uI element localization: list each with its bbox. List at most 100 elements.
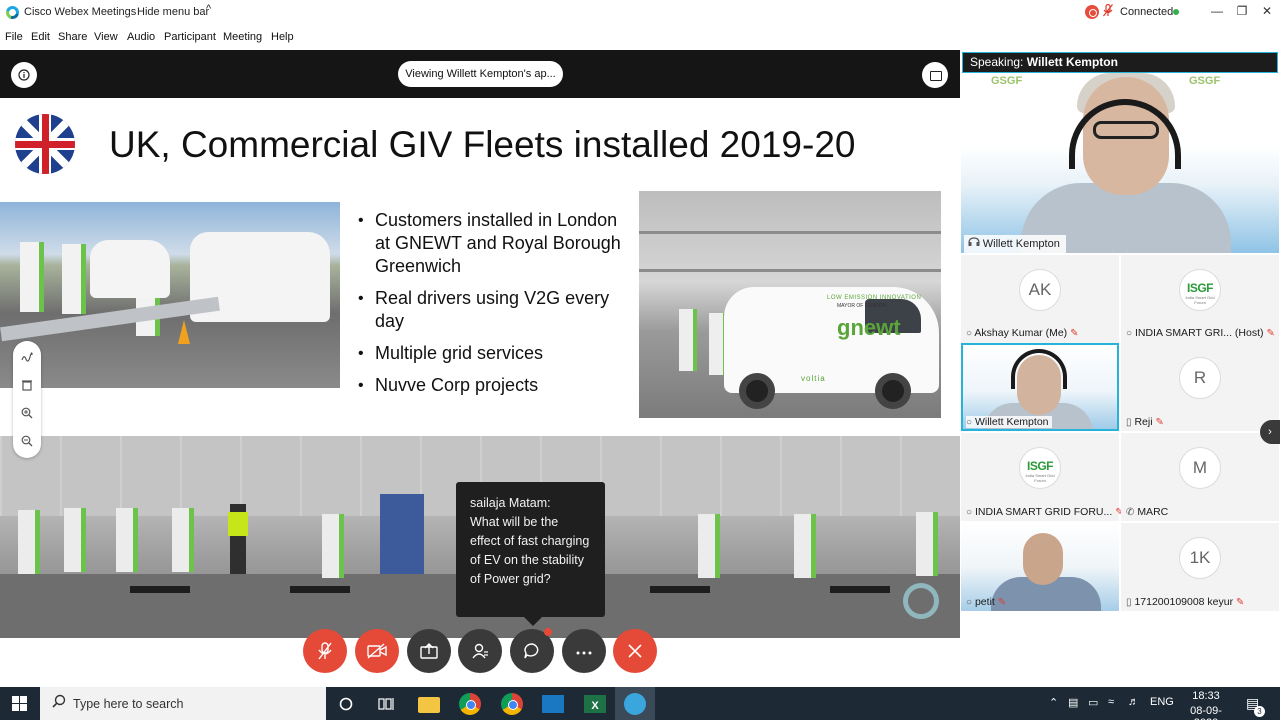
layout-toggle-button[interactable] <box>922 62 948 88</box>
task-view-icon[interactable] <box>375 693 397 715</box>
file-explorer-icon[interactable] <box>418 697 440 713</box>
conference-logo: GSGF <box>1189 75 1221 87</box>
chat-message: What will be the effect of fast charging… <box>470 515 590 586</box>
search-placeholder: Type here to search <box>73 697 184 711</box>
hide-menu-bar-button[interactable]: Hide menu bar <box>137 6 209 18</box>
photo-ev-vans-charging <box>0 202 340 388</box>
chevron-right-icon[interactable]: › <box>1260 420 1280 444</box>
connection-status-dot <box>1173 9 1179 15</box>
webex-logo-icon <box>6 6 19 19</box>
meet-now-icon[interactable]: ▤ <box>1068 696 1078 709</box>
clock-time[interactable]: 18:33 <box>1180 690 1232 702</box>
clock-date[interactable]: 08-09-2020 <box>1180 705 1232 720</box>
battery-icon[interactable]: ▭ <box>1088 696 1098 709</box>
mic-muted-icon: ✎ <box>1266 328 1275 339</box>
chrome-icon[interactable] <box>459 693 481 715</box>
avatar: M <box>1179 447 1221 489</box>
menu-edit[interactable]: Edit <box>31 31 50 43</box>
isgf-logo: ISGF India Smart Grid Forum <box>1019 447 1061 489</box>
chat-icon <box>524 643 539 659</box>
speaking-name: Willett Kempton <box>1026 55 1118 69</box>
close-window-button[interactable]: ✕ <box>1257 4 1277 22</box>
share-button[interactable] <box>407 629 451 673</box>
speaker-video-label: Willett Kempton <box>964 235 1066 253</box>
uk-flag-icon <box>15 114 75 174</box>
participant-name: ○ INDIA SMART GRI... (Host) ✎ <box>1126 327 1275 339</box>
isgf-logo: ISGF India Smart Grid Forum <box>1179 269 1221 311</box>
leave-meeting-button[interactable] <box>613 629 657 673</box>
phone-icon: ▯ <box>1126 597 1132 608</box>
menu-view[interactable]: View <box>94 31 118 43</box>
zoom-out-icon[interactable] <box>13 427 41 455</box>
slide-title: UK, Commercial GIV Fleets installed 2019… <box>109 124 856 165</box>
participants-icon <box>472 643 488 659</box>
notification-count-badge: 3 <box>1254 706 1265 717</box>
eraser-icon[interactable] <box>13 371 41 399</box>
viewing-status-pill[interactable]: Viewing Willett Kempton's ap... <box>398 61 563 87</box>
participant-name: ✆ MARC <box>1126 506 1169 518</box>
maximize-button[interactable]: ❐ <box>1232 4 1252 22</box>
more-options-button[interactable] <box>562 629 606 673</box>
zoom-in-icon[interactable] <box>13 399 41 427</box>
mic-muted-icon[interactable] <box>1103 3 1113 20</box>
title-bar: Cisco Webex Meetings Hide menu bar ^ Con… <box>0 0 1280 26</box>
share-icon <box>420 643 438 659</box>
audio-icon: ○ <box>966 417 973 428</box>
avatar: R <box>1179 357 1221 399</box>
participants-button[interactable] <box>458 629 502 673</box>
wifi-icon[interactable]: ≈ <box>1108 696 1114 708</box>
webex-taskbar-icon[interactable] <box>624 693 646 715</box>
mic-muted-icon <box>318 642 332 660</box>
phone-icon: ✆ <box>1126 507 1135 518</box>
menu-meeting[interactable]: Meeting <box>223 31 262 43</box>
bullet-item: Nuvve Corp projects <box>358 374 633 397</box>
menu-help[interactable]: Help <box>271 31 294 43</box>
menu-file[interactable]: File <box>5 31 23 43</box>
mute-button[interactable] <box>303 629 347 673</box>
menu-bar: File Edit Share View Audio Participant M… <box>0 26 1280 48</box>
excel-icon[interactable]: X <box>584 695 606 713</box>
menu-share[interactable]: Share <box>58 31 87 43</box>
volume-icon[interactable]: ♬ <box>1128 696 1139 708</box>
chat-notification-popup[interactable]: sailaja Matam: What will be the effect o… <box>456 482 605 626</box>
info-button[interactable] <box>11 62 37 88</box>
participant-name: ▯ Reji ✎ <box>1126 416 1164 428</box>
cortana-icon[interactable] <box>335 693 357 715</box>
avatar: AK <box>1019 269 1061 311</box>
menu-participant[interactable]: Participant <box>164 31 216 43</box>
close-icon <box>628 644 642 658</box>
windows-start-icon[interactable] <box>12 696 27 711</box>
conference-logo: GSGF <box>991 75 1023 87</box>
chat-unread-badge <box>544 628 552 636</box>
van-tagline: LOW EMISSION INNOVATION <box>827 295 922 301</box>
menu-audio[interactable]: Audio <box>127 31 155 43</box>
chevron-up-icon[interactable]: ^ <box>206 3 211 15</box>
connection-status[interactable]: Connected <box>1120 6 1173 18</box>
more-icon <box>576 651 592 655</box>
participant-name: ○ petit ✎ <box>966 596 1007 608</box>
language-indicator[interactable]: ENG <box>1150 696 1174 708</box>
mic-muted-icon: ✎ <box>1236 597 1245 608</box>
annotation-toolbar <box>13 341 41 458</box>
start-video-button[interactable] <box>355 629 399 673</box>
participant-name: ▯ 171200109008 keyur ✎ <box>1126 596 1245 608</box>
webex-window: Cisco Webex Meetings Hide menu bar ^ Con… <box>0 0 1280 720</box>
bullet-item: Multiple grid services <box>358 342 633 365</box>
audio-icon: ○ <box>966 597 973 608</box>
photo-gnewt-van: LOW EMISSION INNOVATION MAYOR OF LONDON … <box>639 191 941 418</box>
app-title: Cisco Webex Meetings <box>24 6 137 18</box>
avatar: 1K <box>1179 537 1221 579</box>
loading-spinner-icon <box>903 583 939 619</box>
taskbar-search-box[interactable]: Type here to search <box>40 687 326 720</box>
mic-muted-icon: ✎ <box>1155 417 1164 428</box>
minimize-button[interactable]: — <box>1207 4 1227 22</box>
chevron-up-icon[interactable]: ⌃ <box>1049 696 1058 709</box>
windows-taskbar: Type here to search X ⌃ ▤ ▭ ≈ ♬ ENG 18:3… <box>0 687 1280 720</box>
pen-icon[interactable] <box>13 343 41 371</box>
active-speaker-video[interactable]: GSGF GSGF <box>961 73 1279 253</box>
chrome-icon[interactable] <box>501 693 523 715</box>
recording-icon[interactable] <box>1085 5 1099 19</box>
mic-muted-icon: ✎ <box>1070 328 1079 339</box>
share-top-bar: Viewing Willett Kempton's ap... <box>0 50 960 98</box>
photos-icon[interactable] <box>542 695 564 713</box>
